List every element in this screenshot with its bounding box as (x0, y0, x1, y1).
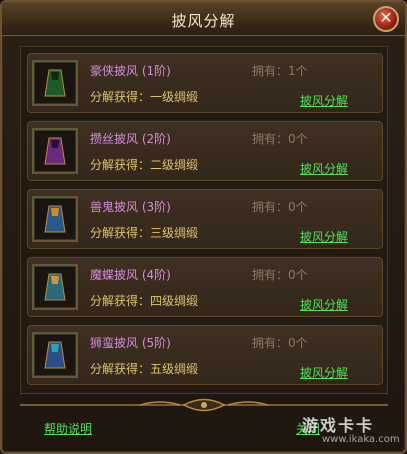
item-name: 狮蛮披风 (5阶) (90, 336, 171, 350)
decompose-yield: 分解获得：四级绸缎 (90, 294, 199, 308)
close-link[interactable]: 关闭 (296, 420, 320, 437)
list-item: 兽鬼披风 (3阶) 拥有：0个 分解获得：三级绸缎 披风分解 (27, 189, 383, 249)
decompose-button[interactable]: 披风分解 (300, 364, 348, 381)
owned-count: 拥有：0个 (252, 268, 308, 282)
cape-decompose-window: 披风分解 ✕ 豪侠披风 (1阶) 拥有：1个 分解获得：一级绸缎 披风分解 攒丝… (0, 0, 407, 454)
item-name: 豪侠披风 (1阶) (90, 64, 171, 78)
item-name: 攒丝披风 (2阶) (90, 132, 171, 146)
item-list: 豪侠披风 (1阶) 拥有：1个 分解获得：一级绸缎 披风分解 攒丝披风 (2阶)… (20, 46, 388, 394)
divider-ornament (20, 398, 388, 412)
owned-count: 拥有：0个 (252, 336, 308, 350)
list-item: 魔蝶披风 (4阶) 拥有：0个 分解获得：四级绸缎 披风分解 (27, 257, 383, 317)
cape-shape (43, 204, 67, 234)
cape-icon (32, 128, 78, 174)
owned-count: 拥有：0个 (252, 132, 308, 146)
decompose-yield: 分解获得：五级绸缎 (90, 362, 199, 376)
window-title: 披风分解 (171, 12, 236, 30)
list-item: 攒丝披风 (2阶) 拥有：0个 分解获得：二级绸缎 披风分解 (27, 121, 383, 181)
decompose-yield: 分解获得：三级绸缎 (90, 226, 199, 240)
decompose-yield: 分解获得：二级绸缎 (90, 158, 199, 172)
cape-icon (32, 332, 78, 378)
title-bar: 披风分解 ✕ (2, 2, 405, 36)
list-item: 狮蛮披风 (5阶) 拥有：0个 分解获得：五级绸缎 披风分解 (27, 325, 383, 385)
cape-icon (32, 264, 78, 310)
cape-shape (43, 136, 67, 166)
watermark-url: www.ikaka.com (322, 434, 400, 445)
decompose-button[interactable]: 披风分解 (300, 160, 348, 177)
cape-shape (43, 68, 67, 98)
item-name: 魔蝶披风 (4阶) (90, 268, 171, 282)
help-link[interactable]: 帮助说明 (44, 420, 92, 437)
item-name: 兽鬼披风 (3阶) (90, 200, 171, 214)
list-item: 豪侠披风 (1阶) 拥有：1个 分解获得：一级绸缎 披风分解 (27, 53, 383, 113)
decompose-yield: 分解获得：一级绸缎 (90, 90, 199, 104)
decompose-button[interactable]: 披风分解 (300, 92, 348, 109)
cape-shape (43, 340, 67, 370)
decompose-button[interactable]: 披风分解 (300, 228, 348, 245)
close-button[interactable]: ✕ (373, 6, 399, 32)
cape-shape (43, 272, 67, 302)
cape-icon (32, 196, 78, 242)
owned-count: 拥有：0个 (252, 200, 308, 214)
decompose-button[interactable]: 披风分解 (300, 296, 348, 313)
owned-count: 拥有：1个 (252, 64, 308, 78)
cape-icon (32, 60, 78, 106)
